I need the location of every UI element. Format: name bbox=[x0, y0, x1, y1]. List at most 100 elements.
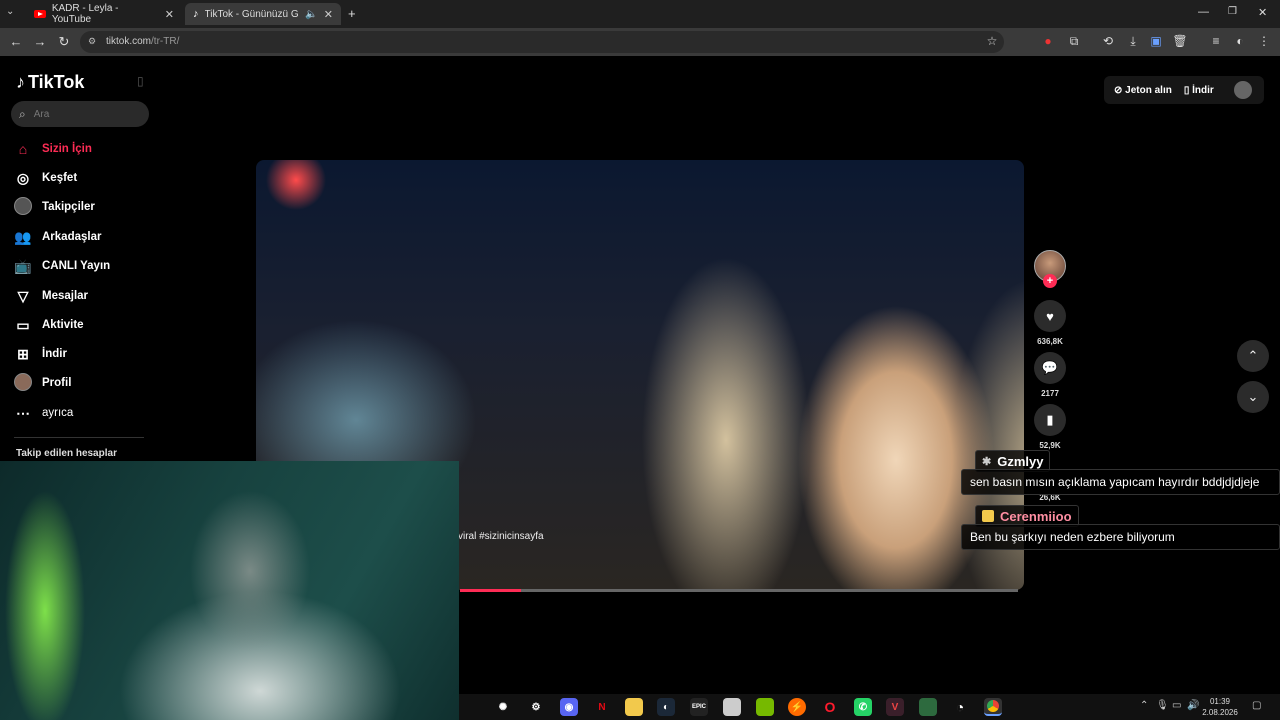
activity-icon: ▭ bbox=[16, 316, 30, 333]
media-icon[interactable]: ≡ bbox=[1208, 34, 1224, 48]
more-icon: ⋯ bbox=[16, 404, 30, 421]
follow-plus-icon[interactable]: + bbox=[1043, 274, 1057, 288]
video-progress-fill bbox=[460, 589, 522, 592]
sidebar-item-live[interactable]: 📺 CANLI Yayın bbox=[14, 255, 110, 277]
avatar-icon bbox=[14, 196, 32, 218]
sidebar-item-for-you[interactable]: ⌂ Sizin İçin bbox=[14, 138, 92, 160]
get-coins-label: Jeton alın bbox=[1125, 84, 1172, 96]
trash-icon[interactable]: 🗑 bbox=[1172, 34, 1188, 48]
profile-icon bbox=[14, 372, 32, 394]
network-icon[interactable]: ▭ bbox=[1172, 700, 1181, 711]
logo-text: TikTok bbox=[28, 72, 85, 92]
store-icon[interactable] bbox=[723, 698, 741, 716]
netflix-icon[interactable]: N bbox=[593, 698, 611, 716]
taskbar-clock[interactable]: 01:39 2.08.2026 bbox=[1200, 696, 1240, 718]
bookmark-star-icon[interactable]: ☆ bbox=[984, 34, 1000, 48]
steelseries-icon[interactable]: ✺ bbox=[494, 698, 512, 716]
collapse-sidebar-icon[interactable]: ▯ bbox=[137, 74, 144, 88]
video-progress-bar[interactable] bbox=[460, 589, 1018, 592]
profile-avatar-icon[interactable]: ◐ bbox=[1232, 34, 1248, 48]
comment-count: 2177 bbox=[1041, 389, 1059, 398]
site-info-icon[interactable]: ⚙ bbox=[88, 36, 96, 47]
sidebar-item-label: Aktivite bbox=[42, 319, 84, 331]
speaker-icon[interactable]: 🔈 bbox=[305, 9, 317, 20]
tab-tiktok[interactable]: ♪ TikTok - Gününüzü Güzelle 🔈 ✕ bbox=[185, 3, 341, 25]
minimize-button[interactable]: — bbox=[1198, 6, 1209, 18]
sidebar-item-label: Profil bbox=[42, 377, 72, 389]
discord-icon[interactable]: ◉ bbox=[560, 698, 578, 716]
sidebar-item-profile[interactable]: Profil bbox=[14, 372, 71, 394]
restore-button[interactable]: ❐ bbox=[1228, 6, 1237, 17]
sidebar-item-explore[interactable]: ◎ Keşfet bbox=[14, 167, 77, 189]
address-bar[interactable] bbox=[80, 31, 1004, 53]
volume-icon[interactable]: 🔊 bbox=[1187, 700, 1199, 711]
sidebar-item-messages[interactable]: ▽ Mesajlar bbox=[14, 285, 88, 307]
forward-icon[interactable]: → bbox=[32, 34, 48, 49]
menu-icon[interactable]: ⋮ bbox=[1256, 34, 1272, 48]
message-icon: ▽ bbox=[17, 287, 29, 304]
tab-youtube[interactable]: KADR - Leyla - YouTube ✕ bbox=[26, 3, 182, 25]
tiktok-logo[interactable]: ♪ TikTok bbox=[16, 72, 84, 93]
url-host: tiktok.com bbox=[106, 36, 152, 47]
chrome-icon[interactable] bbox=[984, 698, 1002, 716]
sidebar-item-label: Keşfet bbox=[42, 172, 78, 184]
close-window-button[interactable]: ✕ bbox=[1258, 6, 1267, 19]
previous-video-button[interactable]: ⌃ bbox=[1237, 340, 1269, 372]
tab-title: TikTok - Gününüzü Güzelle bbox=[204, 8, 300, 20]
download-app-button[interactable]: ▯ İndir bbox=[1184, 85, 1214, 96]
search-input[interactable]: ⌕ Ara bbox=[11, 101, 149, 127]
coin-icon: ⊘ bbox=[1114, 84, 1123, 96]
close-tab-icon[interactable]: ✕ bbox=[324, 8, 333, 21]
chat-message: Ben bu şarkıyı neden ezbere biliyorum bbox=[961, 524, 1280, 550]
clock-time: 01:39 bbox=[1209, 697, 1231, 706]
sidebar-item-label: CANLI Yayın bbox=[42, 260, 111, 272]
comment-button[interactable]: 💬 bbox=[1034, 352, 1066, 384]
epic-games-icon[interactable]: EPIC bbox=[690, 698, 708, 716]
app-green-icon[interactable] bbox=[919, 698, 937, 716]
steam-icon[interactable]: ◐ bbox=[657, 698, 675, 716]
extensions-icon[interactable]: ⧉ bbox=[1066, 34, 1082, 49]
like-button[interactable]: ♥ bbox=[1034, 300, 1066, 332]
sidebar-item-label: ayrıca bbox=[42, 407, 74, 419]
friends-icon: 👥 bbox=[14, 228, 32, 245]
sidebar-item-following[interactable]: Takipçiler bbox=[14, 196, 95, 218]
extension-opera-icon[interactable]: ● bbox=[1040, 34, 1056, 48]
nvidia-icon[interactable] bbox=[756, 698, 774, 716]
download-icon[interactable]: ⤓ bbox=[1125, 34, 1141, 49]
sidebar-item-download[interactable]: ⊞ İndir bbox=[14, 343, 67, 365]
save-button[interactable]: ▮ bbox=[1034, 404, 1066, 436]
tab-list-icon[interactable]: ⌄ bbox=[6, 6, 14, 17]
whatsapp-icon[interactable]: ✆ bbox=[854, 698, 872, 716]
chat-user-name: Gzmlyy bbox=[997, 453, 1044, 469]
opera-icon[interactable]: O bbox=[821, 698, 839, 716]
sidebar-item-friends[interactable]: 👥 Arkadaşlar bbox=[14, 226, 101, 248]
back-icon[interactable]: ← bbox=[8, 34, 24, 49]
close-tab-icon[interactable]: ✕ bbox=[165, 8, 174, 21]
clock-date: 2.08.2026 bbox=[1202, 708, 1238, 717]
bookmark-icon: ▮ bbox=[1046, 412, 1054, 427]
search-icon: ⌕ bbox=[19, 106, 26, 121]
get-coins-button[interactable]: ⊘ Jeton alın bbox=[1114, 85, 1172, 96]
chevron-up-icon: ⌃ bbox=[1247, 348, 1259, 363]
user-avatar[interactable] bbox=[1233, 81, 1252, 99]
app-orange-icon[interactable]: ⚡ bbox=[788, 698, 806, 716]
notification-icon[interactable]: ▢ bbox=[1252, 700, 1261, 711]
settings-icon[interactable]: ⚙ bbox=[527, 698, 545, 716]
url-text[interactable]: tiktok.com/tr-TR/ bbox=[106, 36, 179, 47]
sidebar-item-label: Mesajlar bbox=[42, 290, 89, 302]
folder-icon[interactable] bbox=[625, 698, 643, 716]
live-icon: 📺 bbox=[14, 257, 32, 274]
video-caption[interactable]: viral #sizinicinsayfa bbox=[458, 531, 544, 542]
history-icon[interactable]: ⟲ bbox=[1100, 34, 1116, 48]
like-count: 636,8K bbox=[1037, 337, 1063, 346]
sidebar-item-activity[interactable]: ▭ Aktivite bbox=[14, 314, 84, 336]
sidebar-item-more[interactable]: ⋯ ayrıca bbox=[14, 402, 73, 424]
microphone-icon[interactable]: 🎙 bbox=[1156, 700, 1169, 711]
next-video-button[interactable]: ⌄ bbox=[1237, 381, 1269, 413]
new-tab-button[interactable]: + bbox=[348, 6, 356, 21]
tray-chevron-icon[interactable]: ⌃ bbox=[1140, 700, 1148, 711]
reload-icon[interactable]: ↻ bbox=[56, 34, 72, 50]
translate-icon[interactable]: ▣ bbox=[1148, 34, 1164, 48]
obs-icon[interactable]: ◔ bbox=[951, 698, 969, 716]
app-v-icon[interactable]: V bbox=[886, 698, 904, 716]
